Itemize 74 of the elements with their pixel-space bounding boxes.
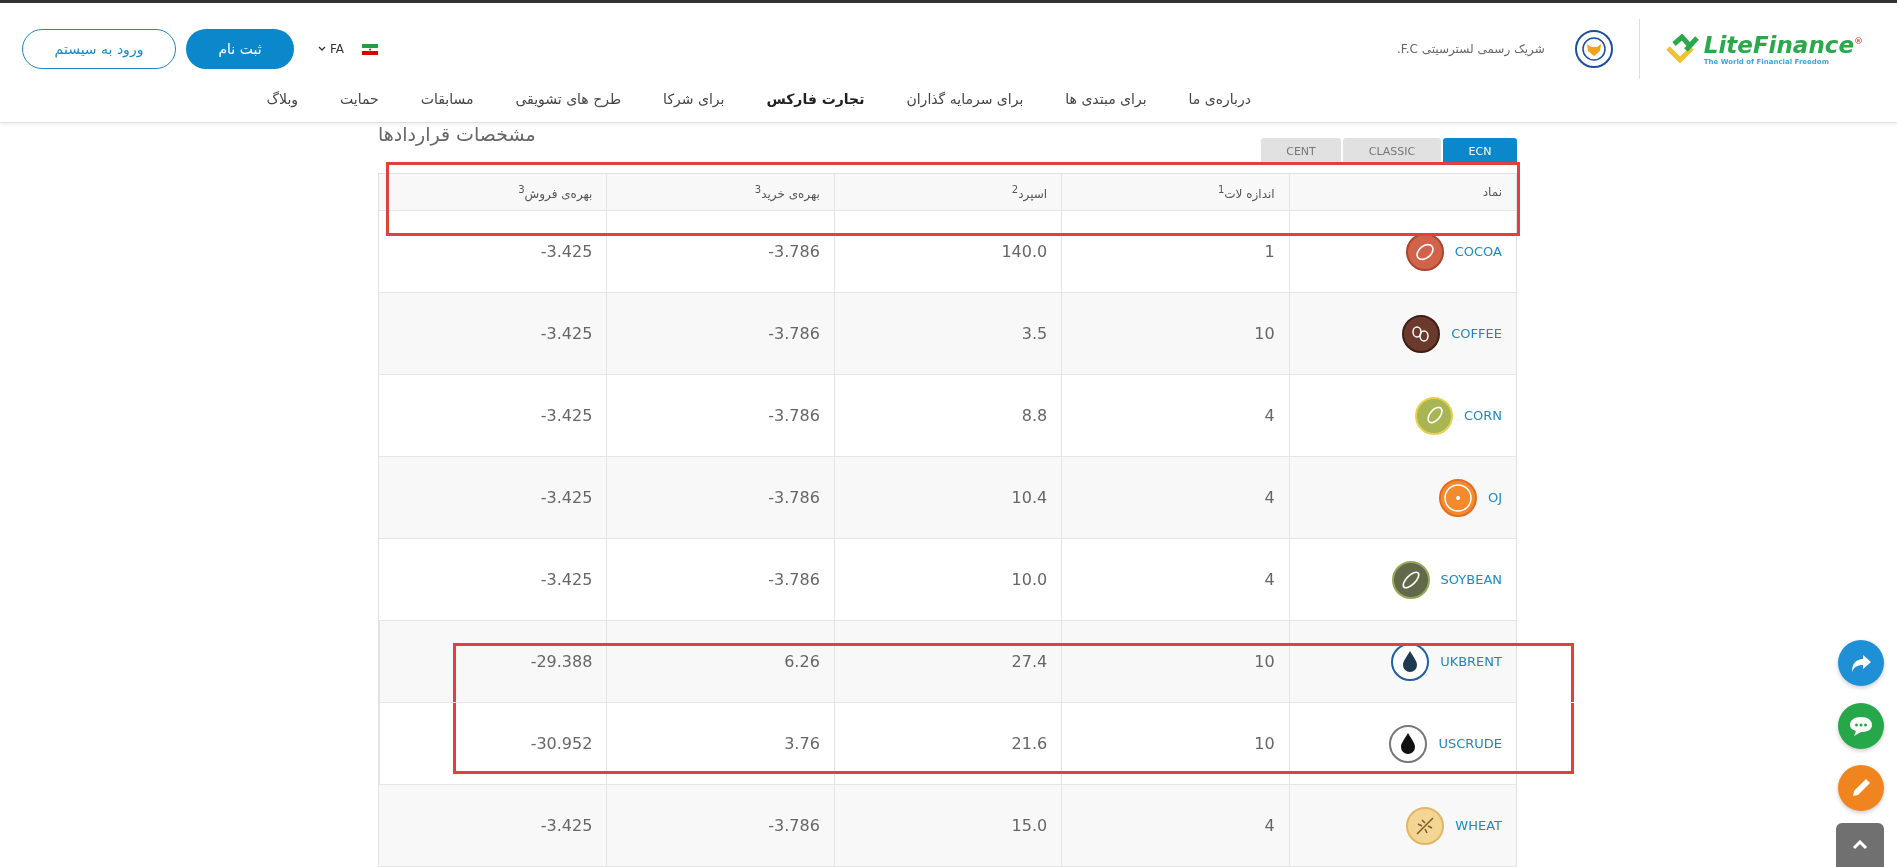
table-cell: -29.388	[379, 621, 607, 702]
table-cell-text: -3.425	[539, 405, 594, 427]
table-cell: 140.0	[833, 211, 1062, 292]
citrus-slice-icon	[1437, 477, 1478, 518]
table-cell: 3.76	[606, 703, 834, 784]
club-crest-icon	[1574, 30, 1613, 68]
nav-link[interactable]: تجارت فارکس	[766, 91, 865, 107]
column-header: نماد	[1288, 174, 1516, 210]
share-button[interactable]	[1838, 640, 1884, 686]
table-cell: 4	[1061, 785, 1289, 866]
table-cell: 10	[1061, 703, 1289, 784]
nav-link[interactable]: برای سرمایه گذاران	[906, 91, 1024, 107]
symbol-link[interactable]: COFFEE	[1451, 326, 1502, 341]
nav-link[interactable]: درباره‌ی ما	[1188, 91, 1251, 107]
nav-link[interactable]: حمایت	[340, 91, 379, 107]
edit-button[interactable]	[1838, 765, 1884, 811]
table-cell: -3.786	[606, 211, 834, 292]
table-cell: 10.4	[833, 457, 1062, 538]
table-cell: 4	[1061, 375, 1289, 456]
nav-link[interactable]: مسابقات	[420, 91, 474, 107]
scroll-top-button[interactable]	[1836, 823, 1884, 867]
nav-link[interactable]: برای شرکا	[663, 91, 725, 107]
symbol-link[interactable]: USCRUDE	[1438, 736, 1502, 751]
table-cell: -3.786	[606, 457, 834, 538]
symbol-link[interactable]: COCOA	[1454, 244, 1502, 259]
table-cell: -3.786	[606, 539, 834, 620]
table-cell: 6.26	[606, 621, 834, 702]
table-cell: -3.786	[606, 293, 834, 374]
nav-link[interactable]: وبلاگ	[266, 91, 299, 107]
table-cell-text: -3.425	[539, 241, 594, 263]
register-button[interactable]: ثبت نام	[186, 29, 294, 69]
table-cell: 1	[1061, 211, 1289, 292]
pencil-icon	[1850, 777, 1872, 799]
login-button[interactable]: ورود به سیستم	[22, 29, 176, 69]
chat-bubble-icon	[1848, 715, 1874, 737]
chat-button[interactable]	[1838, 703, 1884, 749]
share-arrow-icon	[1849, 653, 1873, 673]
table-cell: 4	[1061, 457, 1289, 538]
table-cell: 4	[1061, 539, 1289, 620]
coffee-beans-icon	[1401, 313, 1442, 354]
language-selector[interactable]: FA	[318, 42, 344, 56]
table-cell: 3.5	[833, 293, 1062, 374]
soybean-icon	[1390, 559, 1431, 600]
table-cell: 8.8	[833, 375, 1062, 456]
table-cell-text: -3.425	[539, 569, 594, 591]
symbol-link[interactable]: UKBRENT	[1440, 654, 1502, 669]
chevron-up-icon	[1852, 840, 1868, 850]
partner-text: شریک رسمی لسترسیتی F.C.	[1396, 42, 1545, 56]
table-cell: 21.6	[833, 703, 1062, 784]
table-cell-text: -3.425	[539, 815, 594, 837]
table-cell-text: -3.425	[539, 487, 594, 509]
nav-link[interactable]: طرح های تشویقی	[515, 91, 622, 107]
flag-icon	[362, 43, 378, 55]
nav-link[interactable]: برای مبتدی ها	[1065, 91, 1147, 107]
corn-icon	[1413, 395, 1454, 436]
wheat-icon	[1405, 805, 1446, 846]
chevron-icon	[318, 46, 326, 52]
symbol-link[interactable]: CORN	[1463, 408, 1502, 423]
table-cell-text: -3.425	[539, 323, 594, 345]
symbol-link[interactable]: SOYBEAN	[1440, 572, 1502, 587]
logo-icon	[1665, 34, 1700, 64]
table-cell: 10	[1061, 621, 1289, 702]
table-cell: 27.4	[833, 621, 1062, 702]
table-cell: -3.786	[606, 375, 834, 456]
symbol-link[interactable]: OJ	[1487, 490, 1502, 505]
table-cell: 15.0	[833, 785, 1062, 866]
section-title: مشخصات قراردادها	[378, 123, 536, 145]
table-cell: -3.786	[606, 785, 834, 866]
logo-wordmark: LiteFinance$^{®}$	[1703, 32, 1863, 58]
table-cell: 10	[1061, 293, 1289, 374]
table-cell: 10.0	[833, 539, 1062, 620]
table-cell: -30.952	[379, 703, 607, 784]
symbol-link[interactable]: WHEAT	[1455, 818, 1502, 833]
oil-drop-icon	[1388, 723, 1429, 764]
